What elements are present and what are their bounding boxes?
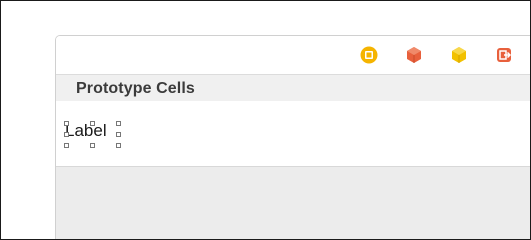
scene-dock: [56, 36, 530, 75]
storyboard-canvas: Prototype Cells Label: [0, 0, 531, 240]
selection-handle-middle-right[interactable]: [116, 132, 121, 137]
object-icon[interactable]: [450, 46, 468, 64]
selection-handle-middle-left[interactable]: [64, 132, 69, 137]
table-empty-area: [56, 167, 530, 239]
selection-handle-top-left[interactable]: [64, 121, 69, 126]
selection-handle-top-center[interactable]: [90, 121, 95, 126]
section-title: Prototype Cells: [76, 80, 195, 97]
selection-handle-bottom-center[interactable]: [90, 143, 95, 148]
selection-handle-bottom-left[interactable]: [64, 143, 69, 148]
view-controller-icon[interactable]: [360, 46, 378, 64]
selection-handle-top-right[interactable]: [116, 121, 121, 126]
selection-handle-bottom-right[interactable]: [116, 143, 121, 148]
prototype-cell[interactable]: Label: [56, 101, 530, 167]
cell-label[interactable]: Label: [65, 121, 107, 141]
exit-icon[interactable]: [495, 46, 513, 64]
first-responder-icon[interactable]: [405, 46, 423, 64]
table-view-controller-scene[interactable]: Prototype Cells Label: [55, 35, 530, 239]
section-header: Prototype Cells: [56, 75, 530, 101]
